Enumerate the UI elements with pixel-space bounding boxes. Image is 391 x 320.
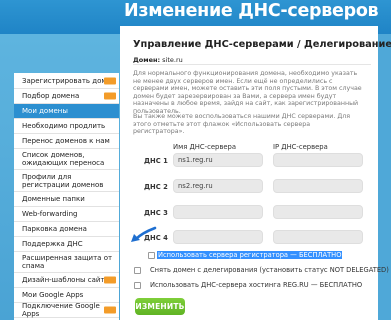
sidebar-item-label: Перенос доменов к нам xyxy=(22,137,110,145)
ns2-ip-input[interactable] xyxy=(273,179,363,193)
sidebar-item-connect-google-apps[interactable]: Подключение Google Apps xyxy=(14,302,119,318)
new-badge-icon xyxy=(104,306,116,314)
sidebar-item-label: Необходимо продлить xyxy=(22,122,106,130)
ns2-name-input[interactable] xyxy=(173,179,263,193)
new-badge-icon xyxy=(104,276,116,284)
sidebar-item-label: Парковка домена xyxy=(22,225,87,233)
pointer-arrow-icon xyxy=(131,226,157,242)
section-title: Управление ДНС-серверами / Делегирование xyxy=(133,39,391,50)
new-badge-icon xyxy=(104,77,116,84)
sidebar-item-profiles[interactable]: Профили для регистрации доменов xyxy=(14,170,119,192)
column-header-ip: IP ДНС-сервера xyxy=(273,143,328,151)
hosting-dns-label: Использовать ДНС-сервера хостинга REG.RU… xyxy=(150,281,363,289)
sidebar-item-label: Web-forwarding xyxy=(22,210,78,218)
ns1-label: ДНС 1 xyxy=(144,157,168,165)
sidebar-item-label: Доменные папки xyxy=(22,195,85,203)
ns1-name-input[interactable] xyxy=(173,153,263,167)
sidebar-item-label: Подбор домена xyxy=(22,92,80,100)
remove-delegation-checkbox[interactable] xyxy=(134,266,141,274)
sidebar-item-renew[interactable]: Необходимо продлить xyxy=(14,119,119,134)
sidebar-item-transfer[interactable]: Перенос доменов к нам xyxy=(14,134,119,149)
sidebar-item-label: Поддержка ДНС xyxy=(22,240,83,248)
main-content: Управление ДНС-серверами / Делегирование… xyxy=(120,26,391,320)
ns4-name-input[interactable] xyxy=(173,230,263,244)
ns3-name-input[interactable] xyxy=(173,205,263,219)
sidebar-item-label: Мои домены xyxy=(22,107,68,115)
use-registrar-option[interactable]: Использовать сервера регистратора — БЕСП… xyxy=(148,251,343,259)
use-registrar-label: Использовать сервера регистратора — БЕСП… xyxy=(157,251,343,259)
remove-delegation-option[interactable]: Снять домен с делегирования (установить … xyxy=(134,266,389,274)
sidebar-item-label: Дизайн-шаблоны сайтов xyxy=(22,276,113,284)
page-title: Изменение ДНС-серверов xyxy=(124,1,379,21)
use-registrar-checkbox[interactable] xyxy=(148,251,155,259)
registrar-dns-paragraph: Вы также можете воспользоваться нашими Д… xyxy=(133,113,351,136)
sidebar-item-web-forwarding[interactable]: Web-forwarding xyxy=(14,207,119,222)
domain-value: site.ru xyxy=(162,56,183,64)
column-header-name: Имя ДНС-сервера xyxy=(173,143,236,151)
sidebar-item-label: Список доменов, ожидающих переноса xyxy=(22,151,105,167)
intro-paragraph: Для нормального функционирования домена,… xyxy=(133,70,362,115)
sidebar-item-pending-transfer[interactable]: Список доменов, ожидающих переноса xyxy=(14,149,119,170)
sidebar-item-label: Подключение Google Apps xyxy=(22,302,100,318)
sidebar-item-spam-protection[interactable]: Расширенная защита от спама xyxy=(14,252,119,273)
sidebar-item-label: Профили для регистрации доменов xyxy=(22,172,104,189)
sidebar-item-dns-support[interactable]: Поддержка ДНС xyxy=(14,237,119,252)
remove-delegation-label: Снять домен с делегирования (установить … xyxy=(150,266,389,274)
ns3-ip-input[interactable] xyxy=(273,205,363,219)
ns2-label: ДНС 2 xyxy=(144,183,168,191)
sidebar-item-label: Зарегистрировать домен xyxy=(22,76,116,85)
new-badge-icon xyxy=(104,92,116,100)
sidebar-item-domain-search[interactable]: Подбор домена xyxy=(14,89,119,104)
sidebar-item-my-domains[interactable]: Мои домены xyxy=(14,104,119,119)
sidebar-item-folders[interactable]: Доменные папки xyxy=(14,192,119,207)
ns3-label: ДНС 3 xyxy=(144,209,168,217)
sidebar-item-design-templates[interactable]: Дизайн-шаблоны сайтов xyxy=(14,273,119,288)
domain-label: Домен: xyxy=(133,56,161,64)
divider xyxy=(133,64,371,65)
sidebar-item-label: Мои Google Apps xyxy=(22,291,84,299)
submit-button[interactable]: ИЗМЕНИТЬ xyxy=(135,298,185,315)
sidebar-item-my-google-apps[interactable]: Мои Google Apps xyxy=(14,288,119,303)
ns4-ip-input[interactable] xyxy=(273,230,363,244)
ns1-ip-input[interactable] xyxy=(273,153,363,167)
sidebar: Зарегистрировать домен Подбор домена Мои… xyxy=(14,73,119,320)
sidebar-item-parking[interactable]: Парковка домена xyxy=(14,222,119,237)
sidebar-item-label: Расширенная защита от спама xyxy=(22,254,113,270)
hosting-dns-checkbox[interactable] xyxy=(134,281,141,289)
domain-line: Домен: site.ru xyxy=(133,56,183,64)
hosting-dns-option[interactable]: Использовать ДНС-сервера хостинга REG.RU… xyxy=(134,281,362,289)
sidebar-item-register-domain[interactable]: Зарегистрировать домен xyxy=(14,73,119,89)
